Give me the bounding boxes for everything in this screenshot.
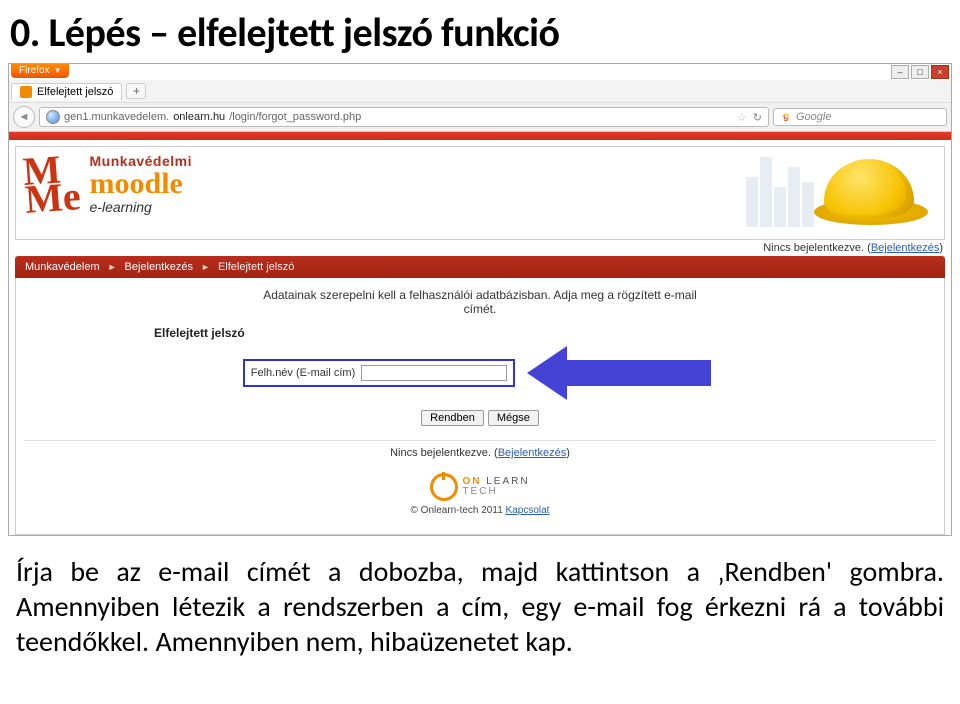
screenshot: Firefox ▼ – □ × Elfelejtett jelszó + ◄ g… (8, 63, 952, 536)
bookmark-star-icon[interactable]: ☆ (737, 111, 747, 124)
search-placeholder: Google (796, 111, 831, 123)
address-bar[interactable]: gen1.munkavedelem. onlearn.hu/login/forgo… (39, 107, 769, 127)
brand-line3: e-learning (90, 199, 192, 215)
window-maximize-button[interactable]: □ (911, 65, 929, 79)
fieldset-legend: Elfelejtett jelszó (154, 326, 936, 340)
footer-copy: © Onlearn-tech 2011 (411, 505, 503, 516)
breadcrumb-item[interactable]: Munkavédelem (25, 261, 100, 273)
footer-contact-link[interactable]: Kapcsolat (506, 505, 550, 516)
annotation-arrow (527, 346, 717, 400)
reload-icon[interactable]: ↻ (753, 111, 762, 124)
helmet-graphic (814, 151, 934, 231)
site-banner: MMe Munkavédelmi moodle e-learning (15, 146, 945, 240)
favicon-icon (20, 86, 32, 98)
login-status: Nincs bejelentkezve. (763, 242, 864, 254)
header-red-stripe (9, 132, 951, 140)
tab-title: Elfelejtett jelszó (37, 86, 113, 98)
breadcrumb-current: Elfelejtett jelszó (218, 261, 294, 273)
google-icon: g (780, 111, 792, 123)
login-link-bottom[interactable]: Bejelentkezés (498, 447, 567, 459)
url-host: onlearn.hu (173, 111, 225, 123)
buildings-graphic (746, 157, 814, 227)
url-path: /login/forgot_password.php (229, 111, 361, 123)
browser-search-box[interactable]: g Google (773, 108, 947, 126)
breadcrumb-item[interactable]: Bejelentkezés (125, 261, 194, 273)
slide-title: 0. Lépés – elfelejtett jelszó funkció (0, 0, 960, 63)
breadcrumb-sep-icon: ► (108, 262, 117, 272)
email-field-label: Felh.név (E-mail cím) (251, 367, 356, 379)
brand-line2: moodle (90, 169, 192, 199)
breadcrumb-sep-icon: ► (201, 262, 210, 272)
instruction-paragraph: Írja be az e-mail címét a dobozba, majd … (0, 536, 960, 669)
mme-logo: MMe (22, 154, 81, 214)
intro-text: Adatainak szerepelni kell a felhasználói… (250, 288, 710, 316)
window-minimize-button[interactable]: – (891, 65, 909, 79)
email-field[interactable] (361, 365, 507, 381)
onlearn-logo: ON LEARN TECH (24, 473, 936, 501)
login-status-bottom: Nincs bejelentkezve. (390, 447, 491, 459)
cancel-button[interactable]: Mégse (488, 410, 539, 426)
new-tab-button[interactable]: + (126, 83, 146, 99)
login-link-top[interactable]: Bejelentkezés (871, 242, 940, 254)
nav-back-button[interactable]: ◄ (13, 106, 35, 128)
email-field-highlight: Felh.név (E-mail cím) (243, 359, 516, 387)
chevron-down-icon: ▼ (54, 66, 62, 75)
globe-icon (46, 110, 60, 124)
url-prefix: gen1.munkavedelem. (64, 111, 169, 123)
firefox-menu-label: Firefox (19, 65, 50, 76)
window-close-button[interactable]: × (931, 65, 949, 79)
firefox-menu-button[interactable]: Firefox ▼ (11, 64, 69, 78)
browser-tab[interactable]: Elfelejtett jelszó (11, 83, 122, 100)
ok-button[interactable]: Rendben (421, 410, 484, 426)
breadcrumb: Munkavédelem ► Bejelentkezés ► Elfelejte… (15, 256, 945, 278)
